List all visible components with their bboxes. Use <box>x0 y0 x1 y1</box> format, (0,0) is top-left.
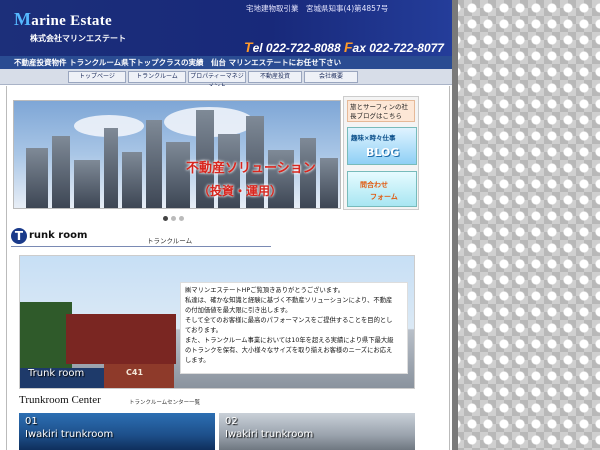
contact-form-banner[interactable]: 問合わせ フォーム <box>347 171 417 207</box>
slider-pagination <box>163 214 187 223</box>
slider-dot[interactable] <box>163 216 168 221</box>
trunk-room-t-icon: T <box>11 228 27 244</box>
tagline-bar: 不動産投資物件 トランクルーム県下トップクラスの実績 仙台 マリンエステートにお… <box>0 56 452 69</box>
trunk-room-caption: Trunk room <box>28 368 85 379</box>
hero-subtitle: （投資・運用） <box>198 184 283 198</box>
license-number: 宅地建物取引業 宮城県知事(4)第4857号 <box>246 4 389 13</box>
trunkroom-center-title: Trunkroom Center <box>19 394 101 406</box>
building-shape <box>74 160 100 208</box>
blog-banner[interactable]: 趣味×時々仕事 BLOG <box>347 127 417 165</box>
trunk-room-subtitle: トランクルーム <box>147 237 193 245</box>
card-number: 02 <box>225 416 238 427</box>
card-name: Iwakiri trunkroom <box>225 429 314 440</box>
trunk-room-title: runk room <box>29 230 88 241</box>
greeting-line: また、トランクルーム事業においては10年を超える実績により県下最大級 <box>185 337 394 344</box>
nav-top-page[interactable]: トップページ <box>68 71 126 83</box>
contact-numbers: Tel 022-722-8088 Fax 022-722-8077 <box>244 39 444 55</box>
greeting-line: ております。 <box>185 327 222 334</box>
contact-form-line1: 問合わせ <box>360 181 388 189</box>
blog-banner-title: BLOG <box>366 146 400 159</box>
slider-dot[interactable] <box>171 216 176 221</box>
trunk-room-banner: Trunk room C41 ㈱マリンエステートHPご覧頂きありがとうございます… <box>19 255 415 389</box>
fax-initial: F <box>343 39 353 55</box>
greeting-line: 私達は、確かな知識と経験に基づく不動産ソリューションにより、不動産 <box>185 297 393 304</box>
greeting-line: そして全てのお客様に最高のパフォーマンスをご提供することを目的とし <box>185 317 393 324</box>
blog-banner-caption: 趣味×時々仕事 <box>351 134 396 142</box>
building-shape <box>104 128 118 208</box>
blog-note[interactable]: 旅とサーフィンの社長ブログはこちら <box>347 100 415 122</box>
logo-initial: M <box>14 9 32 29</box>
sidebar-banners: 旅とサーフィンの社長ブログはこちら 趣味×時々仕事 BLOG 問合わせ フォーム <box>343 96 419 210</box>
building-shape <box>26 148 48 208</box>
site-header: Marine Estate 株式会社マリンエステート 宅地建物取引業 宮城県知事… <box>0 0 452 58</box>
container-shape <box>20 302 72 368</box>
building-shape <box>320 158 338 208</box>
nav-company-profile[interactable]: 会社概要 <box>304 71 358 83</box>
card-number: 01 <box>25 416 38 427</box>
trunkroom-center-heading: Trunkroom Center トランクルームセンター一覧 <box>19 394 200 406</box>
main-content: 不動産ソリューション （投資・運用） 旅とサーフィンの社長ブログはこちら 趣味×… <box>6 86 450 450</box>
card-name: Iwakiri trunkroom <box>25 429 114 440</box>
trunkroom-card[interactable]: 02 Iwakiri trunkroom <box>219 413 415 450</box>
greeting-line: のトランクを保有、大小様々なサイズを取り揃えお客様のニーズにお応え <box>185 347 393 354</box>
nav-trunk-room[interactable]: トランクルーム <box>128 71 186 83</box>
greeting-line: します。 <box>185 357 210 364</box>
greeting-line: ㈱マリンエステートHPご覧頂きありがとうございます。 <box>185 287 345 294</box>
greeting-line: の付加価値を最大限に引き出します。 <box>185 307 292 314</box>
greeting-message: ㈱マリンエステートHPご覧頂きありがとうございます。 私達は、確かな知識と経験に… <box>180 282 408 374</box>
site-logo[interactable]: Marine Estate <box>14 9 112 30</box>
page-edge-strip <box>452 0 458 450</box>
website-page: Marine Estate 株式会社マリンエステート 宅地建物取引業 宮城県知事… <box>0 0 452 450</box>
trunk-room-heading: T runk room トランクルーム <box>11 228 271 247</box>
hero-title: 不動産ソリューション <box>186 161 316 176</box>
building-shape <box>122 152 142 208</box>
building-shape <box>52 136 70 208</box>
company-name: 株式会社マリンエステート <box>30 34 126 43</box>
container-marking: C41 <box>126 368 144 377</box>
tel-number: el 022-722-8088 <box>252 41 341 55</box>
trunkroom-center-subtitle: トランクルームセンター一覧 <box>129 400 201 406</box>
container-shape <box>66 314 176 364</box>
nav-property-management[interactable]: プロパティーマネジメント <box>188 71 246 90</box>
hero-slide[interactable]: 不動産ソリューション （投資・運用） <box>13 100 341 209</box>
trunkroom-card[interactable]: 01 Iwakiri trunkroom <box>19 413 215 450</box>
building-shape <box>146 120 162 208</box>
nav-real-estate-investment[interactable]: 不動産投資 <box>248 71 302 83</box>
contact-form-line2: フォーム <box>370 193 398 201</box>
main-nav: トップページ トランクルーム プロパティーマネジメント 不動産投資 会社概要 <box>0 69 452 90</box>
slider-dot[interactable] <box>179 216 184 221</box>
logo-text: arine Estate <box>31 13 112 29</box>
tagline: 不動産投資物件 トランクルーム県下トップクラスの実績 仙台 マリンエステートにお… <box>14 58 342 67</box>
tel-initial: T <box>244 39 253 55</box>
fax-number: ax 022-722-8077 <box>352 41 444 55</box>
